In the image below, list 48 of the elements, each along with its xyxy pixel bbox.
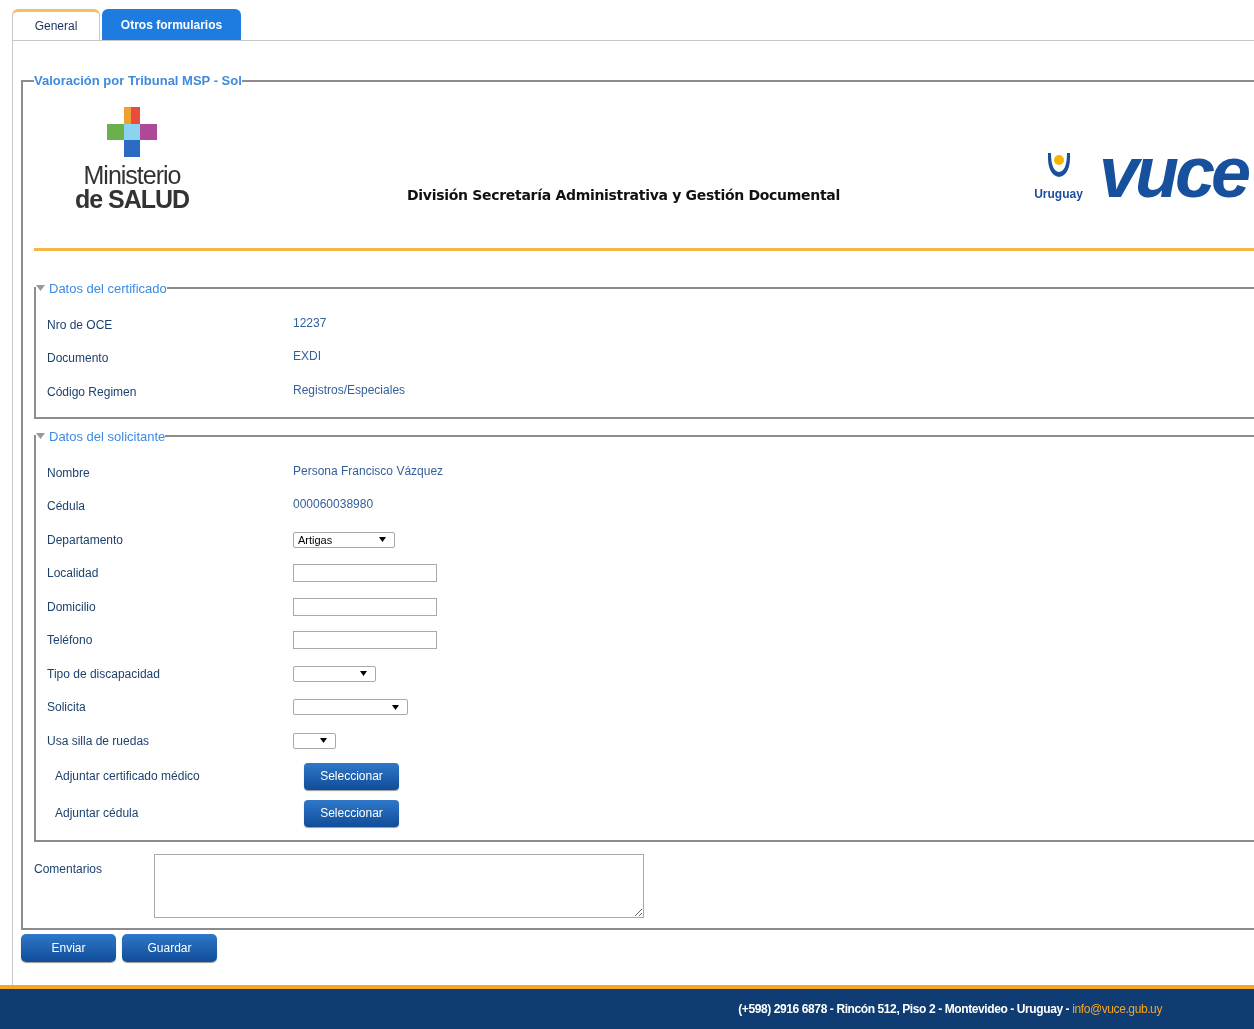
- field-value: Registros/Especiales: [293, 381, 406, 399]
- comments-field[interactable]: [154, 853, 644, 918]
- country-text: Uruguay: [1034, 185, 1083, 203]
- field-label: Nombre: [47, 464, 91, 482]
- field-label: Adjuntar certificado médico: [55, 768, 201, 785]
- logo-text: de SALUD: [74, 186, 190, 211]
- action-button[interactable]: Enviar: [21, 933, 116, 962]
- field-label: Localidad: [47, 565, 100, 583]
- form-legend: Valoración por Tribunal MSP - Sol: [34, 71, 242, 91]
- select-file-button[interactable]: Seleccionar: [304, 799, 399, 827]
- dropdown-caret-icon: [360, 671, 367, 677]
- input-field[interactable]: [293, 631, 437, 650]
- field-label: Cédula: [47, 498, 87, 516]
- dropdown-caret-icon: [392, 704, 399, 710]
- field-label: Código Regimen: [47, 383, 138, 401]
- field-label: Adjuntar cédula: [55, 805, 140, 822]
- section-legend: Datos del solicitante: [49, 426, 166, 446]
- tab[interactable]: Otros formularios: [102, 9, 241, 40]
- contact-text: (+598) 2916 6878 - Rincón 512, Piso 2 - Montevideo - Uruguay -: [738, 1001, 1071, 1018]
- field-label: Tipo de discapacidad: [47, 665, 161, 683]
- division-title: División Secretaría Administrativa y Gestión Documental: [407, 185, 840, 205]
- field-label: Usa silla de ruedas: [47, 732, 151, 750]
- field-value: Persona Francisco Vázquez: [293, 462, 444, 480]
- comments-label: Comentarios: [34, 860, 104, 878]
- field-value: EXDI: [293, 348, 321, 366]
- field-value: 12237: [293, 314, 327, 332]
- select-file-button[interactable]: Seleccionar: [304, 762, 399, 790]
- field-label: Documento: [47, 350, 110, 368]
- dropdown-value: Artigas: [298, 532, 333, 548]
- dropdown[interactable]: Artigas: [293, 531, 395, 548]
- field-label: Solicita: [47, 699, 87, 717]
- brand-logo: vuce: [1098, 140, 1249, 203]
- field-label: Departamento: [47, 531, 125, 549]
- field-label: Nro de OCE: [47, 316, 114, 334]
- field-label: Teléfono: [47, 632, 94, 650]
- field-label: Domicilio: [47, 598, 97, 616]
- dropdown[interactable]: [293, 732, 336, 749]
- action-button[interactable]: Guardar: [122, 933, 217, 962]
- email-link[interactable]: info@vuce.gub.uy: [1072, 1000, 1162, 1018]
- dropdown-caret-icon: [379, 537, 386, 543]
- cross-icon: [107, 106, 157, 157]
- tab[interactable]: General: [12, 9, 100, 40]
- input-field[interactable]: [293, 597, 437, 616]
- logo-text: Ministerio: [83, 162, 181, 187]
- input-field[interactable]: [293, 564, 437, 583]
- section-legend: Datos del certificado: [49, 278, 167, 298]
- dropdown-caret-icon: [320, 738, 327, 744]
- field-value: 000060038980: [293, 496, 374, 514]
